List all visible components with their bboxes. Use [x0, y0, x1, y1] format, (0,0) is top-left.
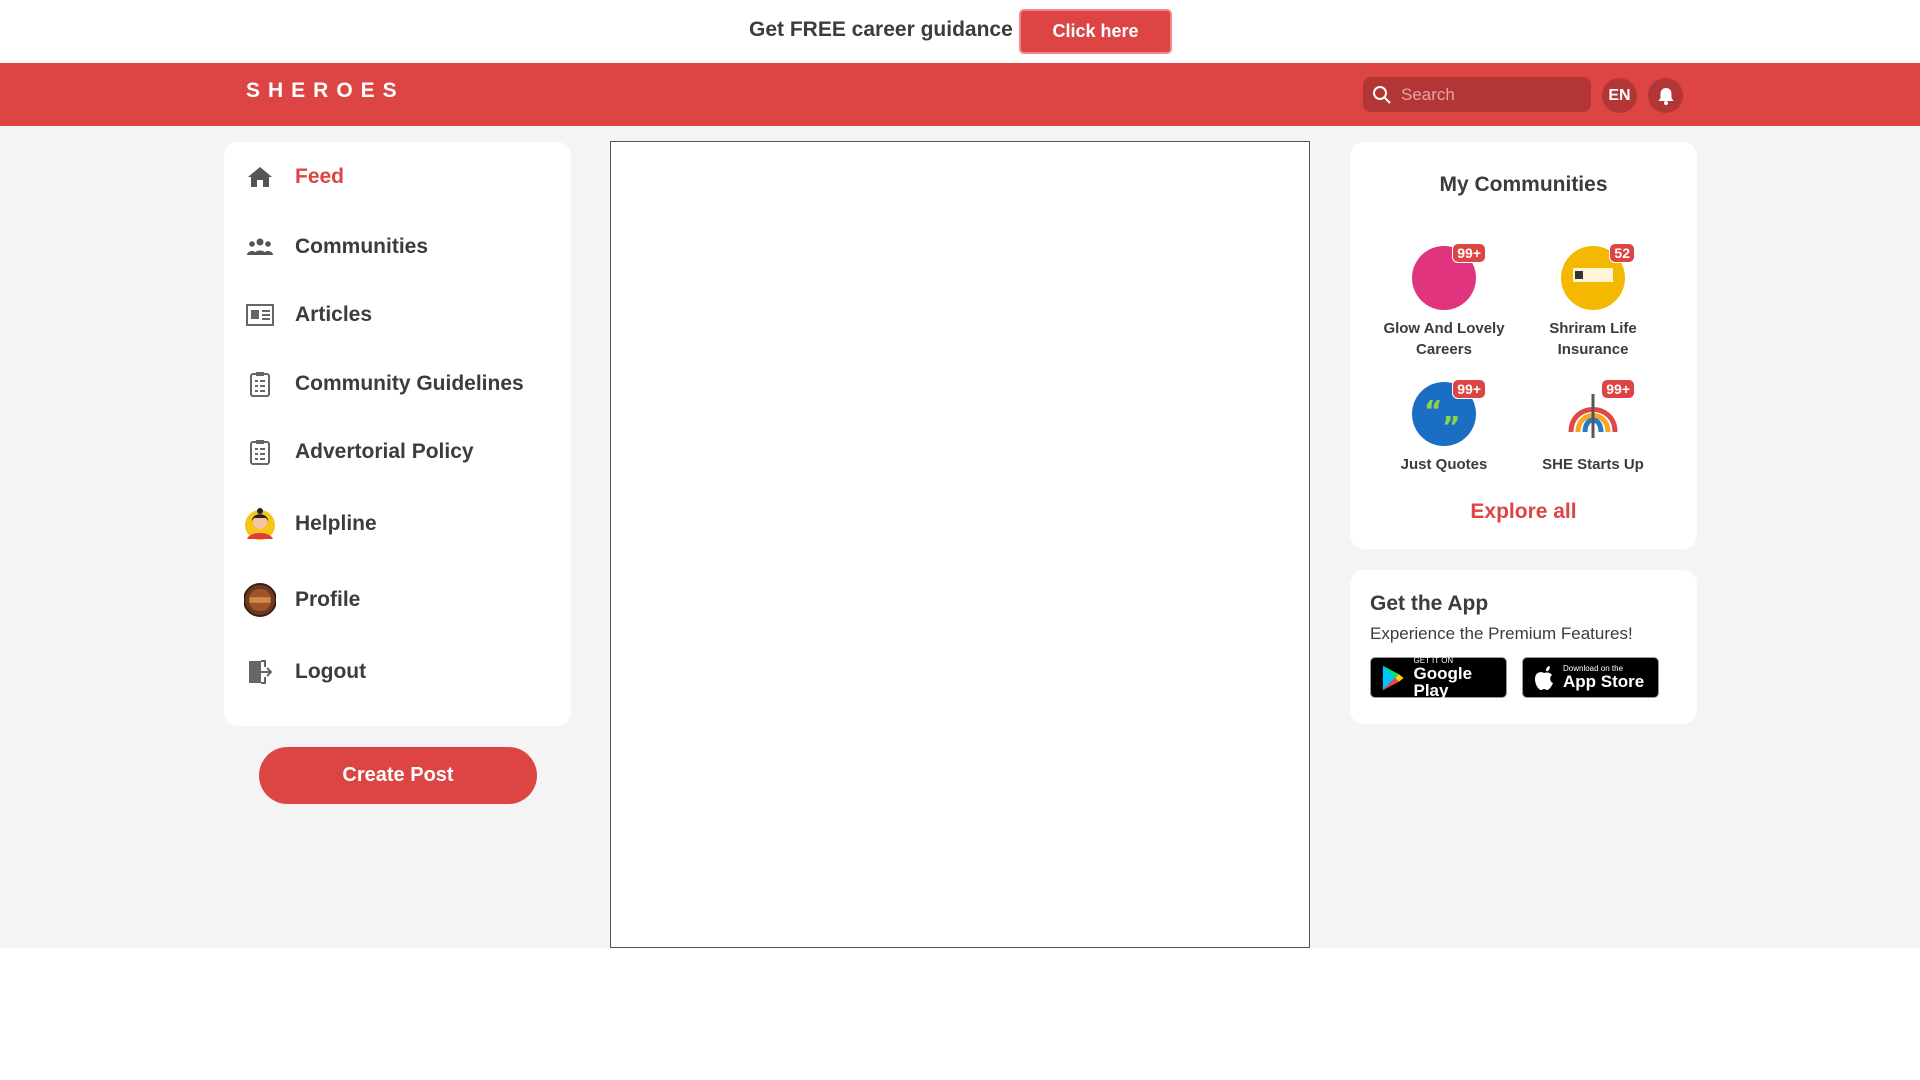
search-box[interactable] — [1363, 77, 1591, 112]
search-input[interactable] — [1401, 84, 1581, 105]
my-communities-card: My Communities 99+ Glow And Lovely Career… — [1350, 142, 1697, 549]
community-avatar: 52 — [1561, 243, 1635, 310]
clipboard-icon — [244, 436, 276, 468]
sheroes-logo[interactable]: SHEROES — [246, 79, 405, 103]
community-avatar: 99+ — [1412, 243, 1486, 310]
community-name: Shriram Life Insurance — [1549, 320, 1637, 358]
unread-badge: 99+ — [1601, 379, 1635, 399]
svg-text:”: ” — [1442, 410, 1460, 443]
logout-icon — [244, 656, 276, 688]
notifications-button[interactable] — [1648, 78, 1683, 113]
unread-badge: 52 — [1609, 243, 1635, 263]
sidebar-item-advertorial-policy[interactable]: Advertorial Policy — [244, 432, 474, 472]
left-sidebar: Feed Communities Articles Community Guid… — [224, 142, 571, 726]
search-icon — [1373, 85, 1391, 104]
community-name: Glow And Lovely Careers — [1383, 320, 1505, 358]
communities-title: My Communities — [1439, 173, 1608, 196]
community-she-starts-up[interactable]: 99+ SHE Starts Up — [1518, 379, 1668, 475]
sidebar-item-community-guidelines[interactable]: Community Guidelines — [244, 364, 524, 404]
app-card-subtitle: Experience the Premium Features! — [1370, 624, 1633, 643]
sidebar-item-label: Articles — [295, 303, 373, 326]
newspaper-icon — [244, 299, 276, 331]
sidebar-item-label: Profile — [295, 588, 361, 611]
google-play-icon — [1382, 665, 1404, 690]
sidebar-item-label: Helpline — [295, 512, 377, 535]
community-just-quotes[interactable]: “” 99+ Just Quotes — [1369, 379, 1519, 475]
svg-text:“: “ — [1424, 394, 1442, 427]
bell-icon — [1658, 87, 1673, 105]
sidebar-item-articles[interactable]: Articles — [244, 295, 372, 335]
promo-bar: Get FREE career guidance Click here — [0, 0, 1920, 63]
google-play-button[interactable]: GET IT ON Google Play — [1370, 656, 1507, 699]
get-the-app-card: Get the App Experience the Premium Featu… — [1350, 570, 1697, 724]
explore-all-link[interactable]: Explore all — [1350, 500, 1697, 524]
community-glow-and-lovely[interactable]: 99+ Glow And Lovely Careers — [1369, 243, 1519, 360]
sidebar-item-feed[interactable]: Feed — [244, 157, 344, 197]
career-guidance-button[interactable]: Click here — [1019, 9, 1172, 54]
helpline-avatar-icon — [244, 508, 276, 540]
community-avatar: “” 99+ — [1412, 379, 1486, 446]
community-avatar: 99+ — [1561, 379, 1635, 446]
community-name: SHE Starts Up — [1542, 456, 1644, 473]
apple-icon — [1535, 665, 1553, 690]
sidebar-item-label: Feed — [295, 165, 345, 188]
sidebar-item-logout[interactable]: Logout — [244, 652, 366, 692]
sidebar-item-helpline[interactable]: Helpline — [244, 504, 377, 544]
promo-text: Get FREE career guidance — [749, 18, 1013, 41]
top-header: SHEROES EN — [0, 63, 1920, 126]
feed-content-area — [610, 141, 1310, 948]
sidebar-item-label: Community Guidelines — [295, 372, 524, 395]
sidebar-item-communities[interactable]: Communities — [244, 227, 428, 267]
sidebar-item-label: Communities — [295, 235, 429, 258]
language-button[interactable]: EN — [1602, 78, 1637, 113]
unread-badge: 99+ — [1452, 243, 1486, 263]
app-card-title: Get the App — [1370, 592, 1489, 615]
unread-badge: 99+ — [1452, 379, 1486, 399]
clipboard-icon — [244, 368, 276, 400]
create-post-button[interactable]: Create Post — [259, 747, 537, 804]
community-name: Just Quotes — [1400, 456, 1488, 473]
community-shriram-life[interactable]: 52 Shriram Life Insurance — [1518, 243, 1668, 360]
people-icon — [244, 231, 276, 263]
sidebar-item-profile[interactable]: Profile — [244, 580, 360, 620]
home-icon — [244, 161, 276, 193]
sidebar-item-label: Logout — [295, 660, 367, 683]
profile-avatar — [244, 583, 276, 617]
sidebar-item-label: Advertorial Policy — [295, 440, 474, 463]
app-store-button[interactable]: Download on the App Store — [1522, 657, 1659, 698]
